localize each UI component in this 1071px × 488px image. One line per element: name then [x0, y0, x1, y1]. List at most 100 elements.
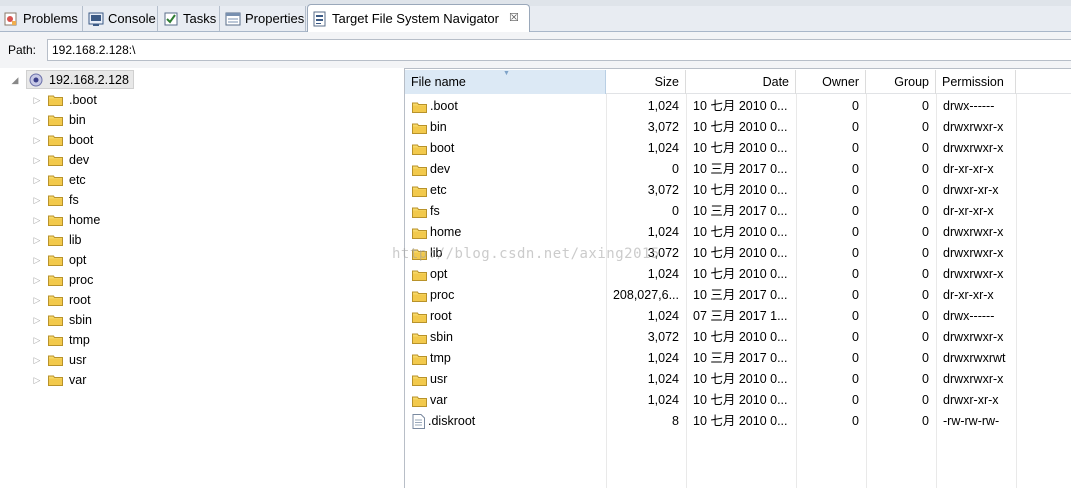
table-row[interactable]: dev 0 10 三月 2017 0... 0 0 dr-xr-xr-x: [405, 159, 1071, 180]
header-date[interactable]: Date: [686, 70, 796, 94]
cell-owner: 0: [852, 414, 859, 428]
table-row[interactable]: boot 1,024 10 七月 2010 0... 0 0 drwxrwxr-x: [405, 138, 1071, 159]
tree-root-node[interactable]: 192.168.2.128: [26, 70, 134, 89]
expand-icon[interactable]: ▷: [32, 95, 42, 105]
tab-problems[interactable]: Problems: [0, 6, 83, 31]
expand-icon[interactable]: ▷: [32, 115, 42, 125]
header-group[interactable]: Group: [866, 70, 936, 94]
tree-item[interactable]: ▷ boot: [32, 130, 94, 150]
expand-icon[interactable]: ▷: [32, 215, 42, 225]
table-row[interactable]: usr 1,024 10 七月 2010 0... 0 0 drwxrwxr-x: [405, 369, 1071, 390]
expand-icon[interactable]: ▷: [32, 275, 42, 285]
properties-icon: [225, 12, 241, 25]
tree-item[interactable]: ▷ usr: [32, 350, 87, 370]
folder-icon: [48, 95, 63, 106]
expand-icon[interactable]: ▷: [32, 315, 42, 325]
table-row[interactable]: root 1,024 07 三月 2017 1... 0 0 drwx------: [405, 306, 1071, 327]
tree-item-label: fs: [69, 193, 79, 207]
path-input[interactable]: [47, 39, 1071, 61]
cell-group: 0: [922, 330, 929, 344]
tree-item-label: boot: [69, 133, 94, 147]
table-row[interactable]: etc 3,072 10 七月 2010 0... 0 0 drwxr-xr-x: [405, 180, 1071, 201]
expand-icon[interactable]: ▷: [32, 195, 42, 205]
tree-root[interactable]: ◢ 192.168.2.128: [10, 70, 134, 89]
table-row[interactable]: home 1,024 10 七月 2010 0... 0 0 drwxrwxr-x: [405, 222, 1071, 243]
folder-icon: [48, 195, 63, 206]
cell-file-name: dev: [412, 159, 602, 180]
table-row[interactable]: tmp 1,024 10 三月 2017 0... 0 0 drwxrwxrwt: [405, 348, 1071, 369]
table-row[interactable]: fs 0 10 三月 2017 0... 0 0 dr-xr-xr-x: [405, 201, 1071, 222]
tab-target-file-system-navigator[interactable]: Target File System Navigator ☒: [307, 4, 530, 32]
cell-owner: 0: [852, 162, 859, 176]
table-row[interactable]: .diskroot 8 10 七月 2010 0... 0 0 -rw-rw-rw-: [405, 411, 1071, 432]
tree-item[interactable]: ▷ root: [32, 290, 91, 310]
cell-file-name: .diskroot: [412, 411, 602, 432]
tree-item-label: home: [69, 213, 101, 227]
tree-item-label: .boot: [69, 93, 97, 107]
cell-group: 0: [922, 372, 929, 386]
tab-console[interactable]: Console: [85, 6, 158, 31]
tab-label: Console: [108, 11, 156, 26]
cell-size: 0: [672, 162, 679, 176]
cell-date: 10 七月 2010 0...: [693, 330, 788, 344]
folder-icon: [48, 175, 63, 186]
folder-icon: [48, 115, 63, 126]
tree-item[interactable]: ▷ sbin: [32, 310, 92, 330]
header-file-name[interactable]: File name ▼: [405, 70, 606, 94]
expand-icon[interactable]: ▷: [32, 255, 42, 265]
file-name: bin: [430, 120, 447, 134]
folder-icon: [412, 375, 427, 386]
close-icon[interactable]: ☒: [509, 11, 519, 24]
tree-item[interactable]: ▷ etc: [32, 170, 86, 190]
tree-item[interactable]: ▷ bin: [32, 110, 86, 130]
cell-permission: dr-xr-xr-x: [943, 288, 994, 302]
cell-group: 0: [922, 120, 929, 134]
table-row[interactable]: opt 1,024 10 七月 2010 0... 0 0 drwxrwxr-x: [405, 264, 1071, 285]
tree-item[interactable]: ▷ dev: [32, 150, 90, 170]
expand-icon[interactable]: ▷: [32, 135, 42, 145]
cell-date: 10 七月 2010 0...: [693, 99, 788, 113]
expand-icon[interactable]: ▷: [32, 175, 42, 185]
table-row[interactable]: sbin 3,072 10 七月 2010 0... 0 0 drwxrwxr-x: [405, 327, 1071, 348]
cell-group: 0: [922, 204, 929, 218]
tab-tasks[interactable]: Tasks: [160, 6, 220, 31]
header-permission[interactable]: Permission: [936, 70, 1016, 94]
tree-item[interactable]: ▷ opt: [32, 250, 87, 270]
table-row[interactable]: proc 208,027,6... 10 三月 2017 0... 0 0 dr-xr-x…: [405, 285, 1071, 306]
collapse-icon[interactable]: ◢: [10, 75, 20, 85]
expand-icon[interactable]: ▷: [32, 235, 42, 245]
expand-icon[interactable]: ▷: [32, 355, 42, 365]
file-name: lib: [430, 246, 443, 260]
table-row[interactable]: bin 3,072 10 七月 2010 0... 0 0 drwxrwxr-x: [405, 117, 1071, 138]
file-name: usr: [430, 372, 448, 386]
tree-item[interactable]: ▷ lib: [32, 230, 82, 250]
tree-item[interactable]: ▷ proc: [32, 270, 94, 290]
expand-icon[interactable]: ▷: [32, 295, 42, 305]
tree-item-label: root: [69, 293, 91, 307]
table-row[interactable]: lib 3,072 10 七月 2010 0... 0 0 drwxrwxr-x: [405, 243, 1071, 264]
expand-icon[interactable]: ▷: [32, 335, 42, 345]
cell-owner: 0: [852, 372, 859, 386]
folder-icon: [412, 102, 427, 113]
cell-file-name: fs: [412, 201, 602, 222]
folder-icon: [412, 312, 427, 323]
expand-icon[interactable]: ▷: [32, 375, 42, 385]
cell-file-name: root: [412, 306, 602, 327]
file-name: fs: [430, 204, 440, 218]
tree-item[interactable]: ▷ tmp: [32, 330, 90, 350]
header-label: Size: [654, 75, 679, 89]
tree-item[interactable]: ▷ fs: [32, 190, 79, 210]
tree-item[interactable]: ▷ .boot: [32, 90, 97, 110]
cell-size: 3,072: [647, 183, 679, 197]
tree-item[interactable]: ▷ var: [32, 370, 87, 390]
cell-size: 3,072: [647, 246, 679, 260]
expand-icon[interactable]: ▷: [32, 155, 42, 165]
tree-item[interactable]: ▷ home: [32, 210, 101, 230]
tab-properties[interactable]: Properties: [222, 6, 306, 31]
table-row[interactable]: .boot 1,024 10 七月 2010 0... 0 0 drwx------: [405, 96, 1071, 117]
header-owner[interactable]: Owner: [796, 70, 866, 94]
cell-group: 0: [922, 309, 929, 323]
header-size[interactable]: Size: [606, 70, 686, 94]
cell-file-name: proc: [412, 285, 602, 306]
table-row[interactable]: var 1,024 10 七月 2010 0... 0 0 drwxr-xr-x: [405, 390, 1071, 411]
